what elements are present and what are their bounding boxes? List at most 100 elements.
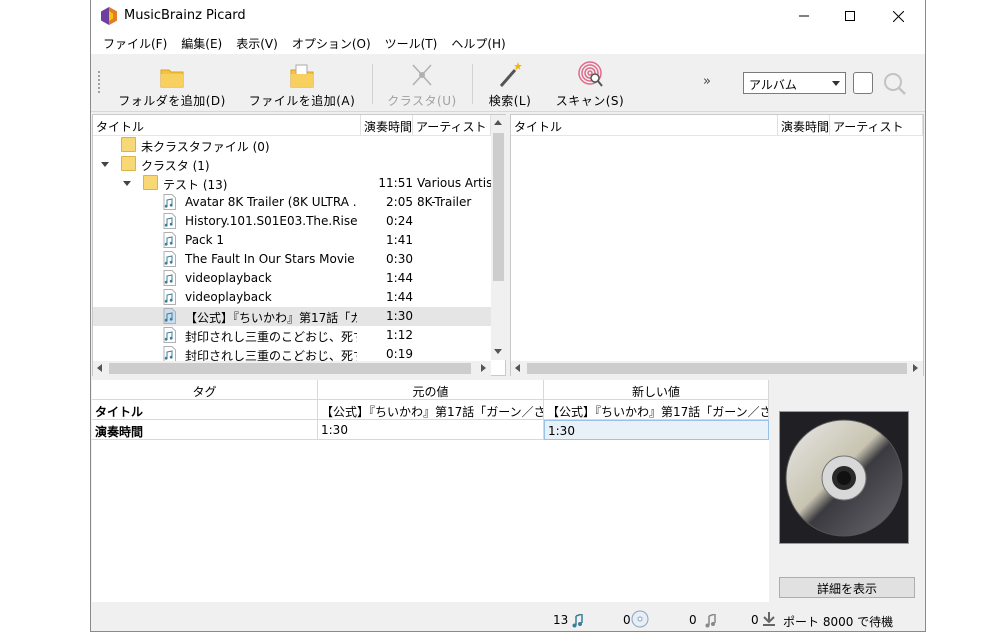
download-icon bbox=[763, 612, 775, 626]
file-row[interactable]: 【公式】『ちいかわ』第17話「ガー... 1:30 bbox=[93, 307, 491, 326]
maximize-button[interactable] bbox=[827, 0, 873, 32]
file-row[interactable]: The Fault In Our Stars Movie ... 0:30 bbox=[93, 250, 491, 269]
cluster-icon bbox=[412, 64, 432, 86]
clusters-row[interactable]: クラスタ (1) bbox=[93, 155, 491, 174]
header-divider bbox=[511, 135, 923, 136]
lookup-button[interactable]: 検索(L) bbox=[481, 60, 539, 110]
file-title: The Fault In Our Stars Movie ... bbox=[185, 252, 357, 266]
file-row[interactable]: Avatar 8K Trailer (8K ULTRA ... 2:05 8K-Tr… bbox=[93, 193, 491, 212]
menu-options[interactable]: オプション(O) bbox=[286, 35, 379, 52]
file-row[interactable]: History.101.S01E03.The.Rise.... 0:24 bbox=[93, 212, 491, 231]
picard-hexagon-icon bbox=[101, 7, 117, 25]
left-header-title[interactable]: タイトル bbox=[93, 115, 361, 135]
window-title: MusicBrainz Picard bbox=[124, 8, 246, 23]
cd-disc-icon bbox=[780, 412, 908, 543]
music-note-icon bbox=[705, 614, 716, 628]
search-input[interactable] bbox=[853, 72, 873, 94]
right-header-title[interactable]: タイトル bbox=[511, 115, 778, 135]
menu-edit[interactable]: 編集(E) bbox=[175, 35, 230, 52]
show-details-button[interactable]: 詳細を表示 bbox=[779, 577, 915, 598]
left-header-artist[interactable]: アーティスト bbox=[413, 115, 491, 135]
status-files-count: 13 bbox=[553, 613, 569, 627]
lookup-label: 検索(L) bbox=[488, 94, 532, 108]
folder-icon bbox=[143, 175, 158, 190]
minimize-button[interactable] bbox=[781, 0, 827, 32]
file-row[interactable]: videoplayback 1:44 bbox=[93, 269, 491, 288]
file-title: Pack 1 bbox=[185, 233, 225, 247]
scroll-left-icon[interactable] bbox=[515, 364, 520, 372]
search-icon[interactable] bbox=[883, 72, 907, 96]
status-pending-count: 0 bbox=[751, 613, 759, 627]
scan-label: スキャン(S) bbox=[555, 94, 625, 108]
close-button[interactable] bbox=[875, 0, 921, 32]
magic-wand-icon bbox=[499, 62, 522, 87]
add-folder-button[interactable]: フォルダを追加(D) bbox=[113, 60, 231, 110]
folder-icon bbox=[121, 137, 136, 152]
audio-file-icon bbox=[163, 232, 176, 248]
scroll-thumb[interactable] bbox=[527, 363, 907, 374]
meta-original-cell[interactable]: 【公式】『ちいかわ』第17話「ガーン／さす... bbox=[318, 400, 544, 420]
scroll-thumb[interactable] bbox=[109, 363, 471, 374]
scroll-right-icon[interactable] bbox=[913, 364, 918, 372]
cd-icon bbox=[631, 610, 649, 628]
folder-icon bbox=[121, 156, 136, 171]
status-tracks-count: 0 bbox=[689, 613, 697, 627]
left-horizontal-scrollbar[interactable] bbox=[93, 361, 491, 376]
maximize-icon bbox=[845, 11, 855, 21]
right-horizontal-scrollbar[interactable] bbox=[511, 361, 923, 376]
cluster-length: 11:51 bbox=[378, 176, 413, 190]
status-bar: 13 0 0 0 ポート 8000 で待機 bbox=[91, 606, 925, 631]
add-files-button[interactable]: ファイルを追加(A) bbox=[241, 60, 363, 110]
menu-tools[interactable]: ツール(T) bbox=[379, 35, 446, 52]
scroll-thumb[interactable] bbox=[493, 133, 504, 281]
scroll-right-icon[interactable] bbox=[481, 364, 486, 372]
status-albums-count: 0 bbox=[623, 613, 631, 627]
file-length: 0:30 bbox=[386, 252, 413, 266]
scroll-left-icon[interactable] bbox=[97, 364, 102, 372]
file-row[interactable]: videoplayback 1:44 bbox=[93, 288, 491, 307]
right-header-length[interactable]: 演奏時間 bbox=[778, 115, 830, 135]
cluster-row[interactable]: テスト (13) 11:51 Various Artist bbox=[93, 174, 491, 193]
scan-button[interactable]: スキャン(S) bbox=[549, 60, 631, 110]
scroll-down-icon[interactable] bbox=[494, 349, 502, 354]
music-note-icon bbox=[572, 614, 583, 628]
file-title: videoplayback bbox=[185, 271, 272, 285]
file-length: 1:44 bbox=[386, 290, 413, 304]
menu-help[interactable]: ヘルプ(H) bbox=[445, 35, 513, 52]
menu-bar: ファイル(F) 編集(E) 表示(V) オプション(O) ツール(T) ヘルプ(… bbox=[91, 32, 925, 54]
meta-new-cell[interactable]: 1:30 bbox=[544, 420, 769, 440]
scroll-up-icon[interactable] bbox=[494, 120, 502, 125]
menu-view[interactable]: 表示(V) bbox=[230, 35, 286, 52]
cover-art[interactable] bbox=[779, 411, 909, 544]
chevron-down-icon bbox=[832, 81, 840, 86]
file-length: 1:44 bbox=[386, 271, 413, 285]
file-row[interactable]: 封印されし三重のこどおじ、死す 1:12 bbox=[93, 326, 491, 345]
file-row[interactable]: Pack 1 1:41 bbox=[93, 231, 491, 250]
unclustered-files-row[interactable]: 未クラスタファイル (0) bbox=[93, 136, 491, 155]
add-files-label: ファイルを追加(A) bbox=[248, 94, 356, 108]
left-vertical-scrollbar[interactable] bbox=[491, 115, 506, 360]
menu-file[interactable]: ファイル(F) bbox=[97, 35, 175, 52]
toolbar-grip[interactable] bbox=[97, 70, 101, 94]
clusters-label: クラスタ (1) bbox=[141, 159, 210, 173]
picard-window: MusicBrainz Picard ファイル(F) 編集(E) 表示(V) オ… bbox=[90, 0, 926, 632]
expand-arrow-icon[interactable] bbox=[101, 162, 109, 167]
right-header-artist[interactable]: アーティスト bbox=[830, 115, 923, 135]
left-header-length[interactable]: 演奏時間 bbox=[361, 115, 413, 135]
toolbar-overflow-button[interactable]: » bbox=[703, 74, 711, 89]
file-length: 0:24 bbox=[386, 214, 413, 228]
meta-header-tag[interactable]: タグ bbox=[92, 380, 318, 400]
cluster-name: テスト (13) bbox=[163, 178, 228, 192]
expand-arrow-icon[interactable] bbox=[123, 181, 131, 186]
meta-new-cell[interactable]: 【公式】『ちいかわ』第17話「ガーン／さす... bbox=[544, 400, 769, 420]
file-title: History.101.S01E03.The.Rise.... bbox=[185, 214, 357, 228]
audio-file-icon bbox=[163, 327, 176, 343]
meta-original-cell[interactable]: 1:30 bbox=[318, 420, 544, 440]
meta-header-new[interactable]: 新しい値 bbox=[544, 380, 769, 400]
search-type-select[interactable]: アルバム bbox=[743, 72, 846, 94]
cluster-label: クラスタ(U) bbox=[387, 94, 457, 108]
file-length: 2:05 bbox=[386, 195, 413, 209]
meta-header-original[interactable]: 元の値 bbox=[318, 380, 544, 400]
cluster-button[interactable]: クラスタ(U) bbox=[381, 60, 463, 110]
audio-file-icon bbox=[163, 270, 176, 286]
